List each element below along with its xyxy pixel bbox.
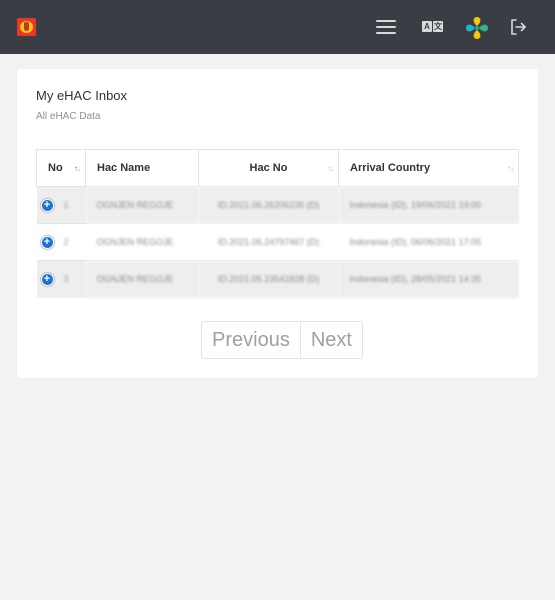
inbox-card: My eHAC Inbox All eHAC Data No ↑↓ Hac Na… <box>17 69 538 378</box>
hac-no-cell: ID.2021.05.23541828 (D) <box>198 260 339 298</box>
page-title: My eHAC Inbox <box>36 88 128 103</box>
table-row[interactable]: +3 OGNJEN REGOJE ID.2021.05.23541828 (D)… <box>36 260 519 298</box>
row-number: 3 <box>63 274 69 285</box>
sort-ascending-icon: ↑↓ <box>74 164 81 173</box>
language-translate-icon[interactable]: A 文 <box>422 20 444 34</box>
ehac-table: No ↑↓ Hac Name Hac No ↑↓ Arrival Country… <box>36 149 519 298</box>
menu-line <box>376 32 396 34</box>
hamburger-menu-icon[interactable] <box>376 19 398 35</box>
row-number: 1 <box>63 200 69 210</box>
page-subtitle: All eHAC Data <box>36 111 101 122</box>
expand-row-icon[interactable]: + <box>40 235 54 249</box>
hac-name-cell: OGNJEN REGOJE <box>85 186 199 224</box>
column-label-no: No <box>48 162 63 174</box>
pedulilindungi-logo-icon[interactable] <box>463 14 491 42</box>
row-number-cell: +1 <box>36 186 86 224</box>
pagination: Previous Next <box>201 321 363 359</box>
logout-icon[interactable] <box>509 18 527 36</box>
expand-row-icon[interactable]: + <box>40 198 54 212</box>
row-number-cell: +2 <box>36 223 86 261</box>
hac-no-cell: ID.2021.06.24797467 (D) <box>198 223 339 261</box>
column-header-hac-name[interactable]: Hac Name <box>85 149 199 187</box>
hac-no-cell: ID.2021.06.26206235 (D) <box>198 186 339 224</box>
column-header-no[interactable]: No ↑↓ <box>36 149 86 187</box>
row-number: 2 <box>63 237 69 247</box>
arrival-country-cell: Indonesia (ID), 19/06/2021 19:00 <box>338 186 519 224</box>
arrival-country-cell: Indonesia (ID), 06/06/2021 17:05 <box>338 223 519 261</box>
column-label-hac-name: Hac Name <box>97 162 151 174</box>
column-header-hac-no[interactable]: Hac No ↑↓ <box>198 149 339 187</box>
menu-line <box>376 26 396 28</box>
logo-mark <box>24 22 29 31</box>
arrival-country-cell: Indonesia (ID), 28/05/2021 14:35 <box>338 260 519 298</box>
row-number-cell: +3 <box>36 260 86 298</box>
sort-icon: ↑↓ <box>327 164 334 173</box>
column-header-arrival-country[interactable]: Arrival Country ↑↓ <box>338 149 519 187</box>
expand-row-icon[interactable]: + <box>40 272 54 286</box>
next-page-button[interactable]: Next <box>299 322 362 358</box>
column-label-hac-no: Hac No <box>249 162 288 174</box>
hac-name-cell: OGNJEN REGOJE <box>85 260 199 298</box>
table-header-row: No ↑↓ Hac Name Hac No ↑↓ Arrival Country… <box>36 149 519 187</box>
top-navigation-bar: A 文 <box>0 0 555 54</box>
language-a-glyph: A <box>422 21 432 32</box>
hac-name-cell: OGNJEN REGOJE <box>85 223 199 261</box>
previous-page-button[interactable]: Previous <box>202 322 300 358</box>
table-row[interactable]: +1 OGNJEN REGOJE ID.2021.06.26206235 (D)… <box>36 186 519 224</box>
language-b-glyph: 文 <box>433 21 443 32</box>
table-row[interactable]: +2 OGNJEN REGOJE ID.2021.06.24797467 (D)… <box>36 223 519 261</box>
ehac-logo-icon[interactable] <box>17 18 36 36</box>
sort-icon: ↑↓ <box>507 164 514 173</box>
column-label-arrival-country: Arrival Country <box>350 162 431 174</box>
menu-line <box>376 20 396 22</box>
